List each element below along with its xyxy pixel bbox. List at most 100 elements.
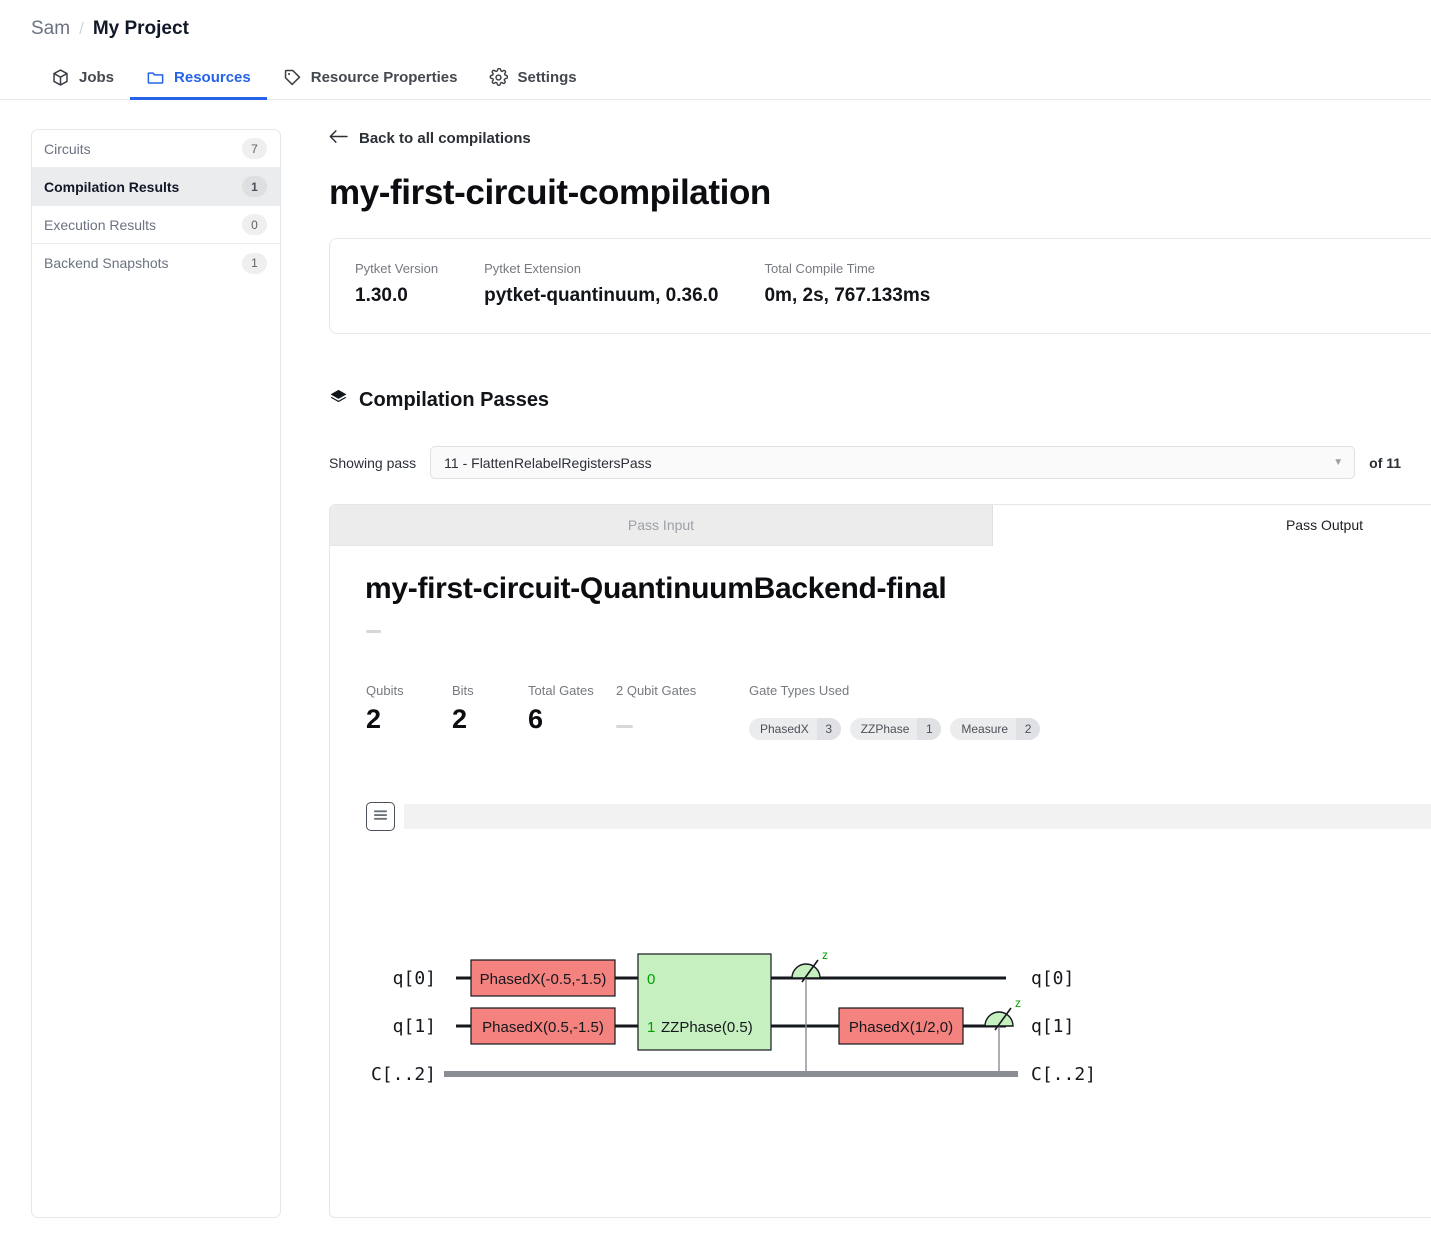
gear-icon — [489, 67, 509, 87]
main-content: Back to all compilations my-first-circui… — [281, 100, 1431, 1218]
circuit-diagram-container: q[0] q[1] C[..2] q[0] q[1] C[..2] Phased… — [330, 865, 1431, 1200]
gate-label: ZZPhase(0.5) — [661, 1019, 753, 1036]
stat-value: 2 — [452, 704, 468, 734]
circuit-toolbar — [330, 802, 1431, 831]
tab-resource-properties-label: Resource Properties — [310, 68, 458, 86]
chip-label: PhasedX — [760, 722, 809, 736]
stat-two-qubit-gates: 2 Qubit Gates — [616, 683, 749, 735]
gate-type-chip: Measure 2 — [950, 718, 1041, 740]
sidebar-item-count: 1 — [242, 252, 267, 274]
info-value: pytket-quantinuum, 0.36.0 — [484, 285, 719, 306]
info-pytket-version: Pytket Version 1.30.0 — [355, 261, 438, 307]
tab-settings[interactable]: Settings — [473, 55, 592, 99]
sidebar-item-circuits[interactable]: Circuits 7 — [32, 130, 280, 168]
sidebar-item-count: 7 — [242, 138, 267, 159]
circuit-subtitle-placeholder — [366, 630, 381, 633]
top-navigation: Jobs Resources Resource Properties Setti… — [0, 56, 1431, 100]
circuit-title: my-first-circuit-QuantinuumBackend-final — [365, 572, 947, 605]
folder-icon — [146, 68, 165, 87]
pass-select-value: 11 - FlattenRelabelRegistersPass — [444, 454, 652, 471]
breadcrumb-owner[interactable]: Sam — [31, 18, 70, 40]
tab-resource-properties[interactable]: Resource Properties — [267, 55, 474, 99]
info-label: Pytket Extension — [484, 261, 581, 276]
sidebar-item-count: 0 — [242, 214, 267, 235]
pass-io-panel: Pass Input Pass Output my-first-circuit-… — [329, 504, 1431, 1218]
breadcrumb-separator: / — [79, 19, 84, 38]
empty-value-dash — [616, 725, 633, 728]
hamburger-icon — [373, 808, 388, 826]
register-label-left: q[0] — [393, 968, 436, 989]
chip-count: 2 — [1016, 718, 1041, 740]
stat-label: 2 Qubit Gates — [616, 683, 697, 698]
circuit-horizontal-scrollbar[interactable] — [404, 804, 1431, 829]
pass-selector-row: Showing pass 11 - FlattenRelabelRegister… — [329, 446, 1431, 479]
tab-pass-input[interactable]: Pass Input — [330, 505, 993, 546]
info-label: Pytket Version — [355, 261, 439, 276]
stat-value: 2 — [366, 704, 382, 734]
page-title: my-first-circuit-compilation — [329, 173, 771, 212]
tab-jobs[interactable]: Jobs — [35, 55, 130, 99]
resource-sidebar: Circuits 7 Compilation Results 1 Executi… — [31, 129, 281, 1218]
tab-pass-input-label: Pass Input — [627, 517, 695, 533]
tab-pass-output[interactable]: Pass Output — [993, 505, 1431, 546]
stat-value — [616, 704, 749, 735]
layers-icon — [329, 388, 348, 413]
info-pytket-extension: Pytket Extension pytket-quantinuum, 0.36… — [484, 261, 718, 307]
measure-basis-label: z — [822, 948, 828, 962]
circuit-panel-body: my-first-circuit-QuantinuumBackend-final — [330, 546, 1431, 1200]
gate-label: PhasedX(1/2,0) — [849, 1019, 953, 1036]
stat-total-gates: Total Gates 6 — [528, 683, 616, 735]
breadcrumb-project[interactable]: My Project — [93, 18, 189, 40]
showing-pass-label: Showing pass — [329, 454, 417, 471]
pass-select[interactable]: 11 - FlattenRelabelRegistersPass ▼ — [430, 446, 1356, 479]
compilation-info-card: Pytket Version 1.30.0 Pytket Extension p… — [329, 238, 1431, 334]
tab-settings-label: Settings — [517, 68, 577, 86]
chip-count: 1 — [917, 718, 942, 740]
stat-label: Total Gates — [528, 683, 594, 698]
compilation-passes-title: Compilation Passes — [359, 389, 550, 411]
cube-icon — [51, 68, 70, 87]
gate-type-chip-list: PhasedX 3 ZZPhase 1 Measure 2 — [749, 718, 1041, 740]
info-value: 0m, 2s, 767.133ms — [764, 285, 931, 306]
gate-label: PhasedX(0.5,-1.5) — [482, 1019, 604, 1036]
register-label-left: C[..2] — [371, 1064, 436, 1085]
stat-bits: Bits 2 — [452, 683, 528, 735]
circuit-menu-button[interactable] — [366, 802, 395, 831]
circuit-stats: Qubits 2 Bits 2 Total Gates 6 2 Qubit Ga… — [330, 683, 1431, 740]
register-label-right: q[0] — [1031, 968, 1074, 989]
stat-label: Qubits — [366, 683, 404, 698]
sidebar-item-label: Circuits — [44, 140, 91, 157]
gate-type-chip: PhasedX 3 — [749, 718, 841, 740]
chevron-down-icon: ▼ — [1333, 456, 1344, 468]
pass-io-tabbar: Pass Input Pass Output — [330, 505, 1431, 546]
quantum-circuit-diagram[interactable]: q[0] q[1] C[..2] q[0] q[1] C[..2] Phased… — [366, 865, 1431, 1195]
register-label-right: C[..2] — [1031, 1064, 1096, 1085]
sidebar-item-compilation-results[interactable]: Compilation Results 1 — [32, 168, 280, 206]
stat-value: 6 — [528, 704, 544, 734]
sidebar-item-count: 1 — [242, 176, 267, 197]
tag-icon — [283, 68, 302, 87]
tab-pass-output-label: Pass Output — [1285, 517, 1364, 533]
sidebar-item-label: Execution Results — [44, 216, 157, 233]
measure-basis-label: z — [1015, 996, 1021, 1010]
gate-port-index-top: 0 — [647, 971, 655, 988]
register-label-left: q[1] — [393, 1016, 436, 1037]
register-label-right: q[1] — [1031, 1016, 1074, 1037]
chip-label: Measure — [961, 722, 1009, 736]
stat-label: Gate Types Used — [749, 683, 850, 698]
stat-qubits: Qubits 2 — [366, 683, 452, 735]
sidebar-item-label: Compilation Results — [44, 178, 180, 195]
gate-label: PhasedX(-0.5,-1.5) — [480, 971, 607, 988]
sidebar-item-execution-results[interactable]: Execution Results 0 — [32, 206, 280, 244]
back-to-all-compilations-link[interactable]: Back to all compilations — [329, 129, 1431, 147]
tab-jobs-label: Jobs — [79, 68, 115, 86]
breadcrumb: Sam / My Project — [0, 0, 1431, 40]
tab-resources[interactable]: Resources — [130, 55, 267, 100]
gate-port-index-bottom: 1 — [647, 1019, 655, 1036]
sidebar-item-label: Backend Snapshots — [44, 255, 169, 271]
info-label: Total Compile Time — [764, 261, 876, 276]
sidebar-item-backend-snapshots[interactable]: Backend Snapshots 1 — [32, 244, 280, 282]
info-value: 1.30.0 — [355, 285, 408, 306]
gate-measure-q1[interactable]: z — [984, 996, 1021, 1031]
compilation-passes-heading: Compilation Passes — [329, 388, 1431, 413]
